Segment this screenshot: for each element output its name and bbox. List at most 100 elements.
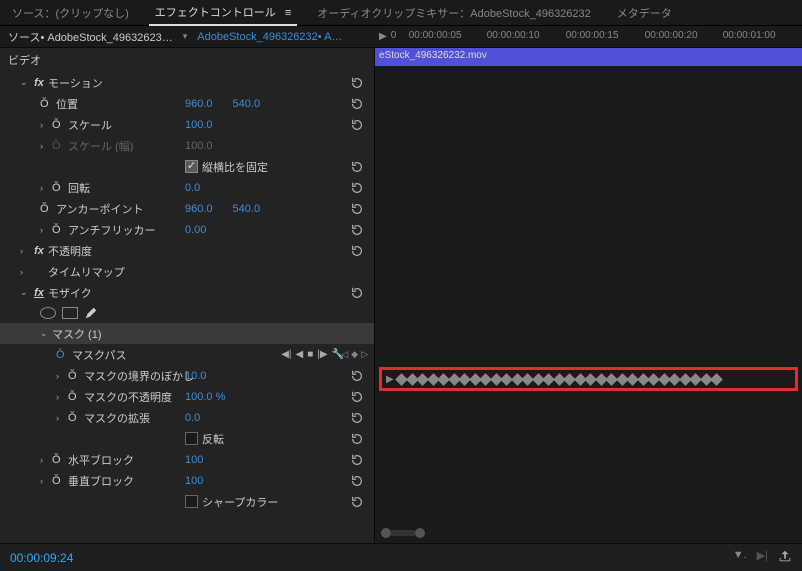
stopwatch-icon[interactable]: Ŏ bbox=[52, 119, 66, 131]
reset-button[interactable] bbox=[350, 118, 366, 132]
play-head-icon[interactable]: ▶ bbox=[379, 31, 387, 42]
mask-1[interactable]: ⌄ マスク (1) bbox=[0, 323, 374, 344]
prop-value[interactable]: 100.0 % bbox=[185, 391, 225, 403]
prop-scale[interactable]: › Ŏ スケール 100.0 bbox=[0, 114, 374, 135]
chevron-down-icon[interactable]: ▾ bbox=[183, 31, 188, 42]
twirl-closed-icon[interactable]: › bbox=[40, 455, 52, 465]
prop-horizontal-blocks[interactable]: › Ŏ 水平ブロック 100 bbox=[0, 449, 374, 470]
reset-button[interactable] bbox=[350, 160, 366, 174]
prop-mask-feather[interactable]: › Ŏ マスクの境界のぼかし 10.0 bbox=[0, 365, 374, 386]
timeline-panel[interactable]: eStock_496326232.mov ▶ bbox=[375, 48, 802, 543]
track-stop-button[interactable]: ■ bbox=[307, 349, 313, 360]
prop-value[interactable]: 100 bbox=[185, 454, 203, 466]
prop-value-x[interactable]: 960.0540.0 bbox=[185, 203, 260, 215]
keyframe-marker[interactable] bbox=[710, 373, 723, 386]
fx-badge-icon[interactable]: fx bbox=[32, 77, 46, 89]
twirl-open-icon[interactable]: ⌄ bbox=[20, 287, 32, 298]
stopwatch-icon[interactable]: Ŏ bbox=[52, 475, 66, 487]
twirl-closed-icon[interactable]: › bbox=[56, 413, 68, 423]
reset-button[interactable] bbox=[350, 223, 366, 237]
mask-ellipse-button[interactable] bbox=[40, 307, 56, 319]
filter-icon[interactable]: ▼. bbox=[733, 549, 747, 566]
prop-value[interactable]: 0.0 bbox=[185, 412, 200, 424]
stopwatch-icon[interactable]: Ŏ bbox=[52, 182, 66, 194]
stopwatch-icon[interactable]: Ŏ bbox=[52, 224, 66, 236]
source-dropdown[interactable]: ソース• AdobeStock_49632623… bbox=[8, 29, 173, 45]
add-keyframe-button[interactable]: ◆ bbox=[351, 349, 358, 360]
lock-aspect-checkbox[interactable] bbox=[185, 160, 198, 173]
prop-mask-path[interactable]: Ŏ マスクパス ◀| ◀ ■ |▶ 🔧 ◁ ◆ ▷ bbox=[0, 344, 374, 365]
sharp-color-checkbox[interactable] bbox=[185, 495, 198, 508]
reset-button[interactable] bbox=[350, 202, 366, 216]
twirl-closed-icon[interactable]: › bbox=[56, 392, 68, 402]
keyframe-track[interactable]: ▶ bbox=[382, 370, 795, 388]
reset-button[interactable] bbox=[350, 244, 366, 258]
tab-metadata[interactable]: メタデータ bbox=[611, 1, 678, 25]
reset-button[interactable] bbox=[350, 97, 366, 111]
prop-vertical-blocks[interactable]: › Ŏ 垂直ブロック 100 bbox=[0, 470, 374, 491]
mask-pen-button[interactable] bbox=[84, 306, 98, 320]
prop-sharp-color[interactable]: シャープカラー bbox=[0, 491, 374, 512]
prop-mask-invert[interactable]: 反転 bbox=[0, 428, 374, 449]
effect-time-remap[interactable]: › fx タイムリマップ bbox=[0, 261, 374, 282]
reset-button[interactable] bbox=[350, 432, 366, 446]
reset-button[interactable] bbox=[350, 411, 366, 425]
prop-value[interactable]: 100 bbox=[185, 475, 203, 487]
prop-value-x[interactable]: 960.0540.0 bbox=[185, 98, 260, 110]
twirl-closed-icon[interactable]: › bbox=[20, 267, 32, 277]
timeline-horizontal-scrollbar[interactable] bbox=[381, 527, 796, 539]
prop-rotation[interactable]: › Ŏ 回転 0.0 bbox=[0, 177, 374, 198]
stopwatch-icon[interactable]: Ŏ bbox=[56, 349, 70, 361]
twirl-closed-icon[interactable]: › bbox=[20, 246, 32, 256]
prop-value[interactable]: 10.0 bbox=[185, 370, 206, 382]
stopwatch-icon[interactable]: Ŏ bbox=[52, 454, 66, 466]
stopwatch-icon[interactable]: Ŏ bbox=[68, 412, 82, 424]
reset-button[interactable] bbox=[350, 76, 366, 90]
play-only-icon[interactable]: ▶| bbox=[757, 549, 768, 566]
timeline-clip-bar[interactable]: eStock_496326232.mov bbox=[375, 48, 802, 66]
reset-button[interactable] bbox=[350, 181, 366, 195]
stopwatch-icon[interactable]: Ŏ bbox=[40, 98, 54, 110]
fx-badge-icon[interactable]: fx bbox=[32, 287, 46, 299]
ruler[interactable]: 0 00:00:00:05 00:00:00:10 00:00:00:15 00… bbox=[391, 26, 802, 48]
effect-motion[interactable]: ⌄ fx モーション bbox=[0, 72, 374, 93]
timeline-ruler[interactable]: ▶ 0 00:00:00:05 00:00:00:10 00:00:00:15 … bbox=[375, 26, 802, 48]
scroll-handle-right[interactable] bbox=[415, 528, 425, 538]
scroll-handle-left[interactable] bbox=[381, 528, 391, 538]
twirl-closed-icon[interactable]: › bbox=[40, 476, 52, 486]
prop-anchor-point[interactable]: Ŏ アンカーポイント 960.0540.0 bbox=[0, 198, 374, 219]
prev-keyframe-button[interactable]: ◁ bbox=[341, 349, 348, 360]
twirl-closed-icon[interactable]: › bbox=[40, 225, 52, 235]
reset-button[interactable] bbox=[350, 495, 366, 509]
prop-lock-aspect[interactable]: 縦横比を固定 bbox=[0, 156, 374, 177]
clip-name-link[interactable]: AdobeStock_496326232• A… bbox=[197, 31, 342, 43]
stopwatch-icon[interactable]: Ŏ bbox=[68, 391, 82, 403]
track-step-fwd-button[interactable]: |▶ bbox=[317, 349, 327, 360]
reset-button[interactable] bbox=[350, 453, 366, 467]
track-step-back-button[interactable]: ◀ bbox=[296, 349, 304, 360]
twirl-closed-icon[interactable]: › bbox=[40, 120, 52, 130]
stopwatch-icon[interactable]: Ŏ bbox=[68, 370, 82, 382]
reset-button[interactable] bbox=[350, 390, 366, 404]
twirl-closed-icon[interactable]: › bbox=[40, 183, 52, 193]
mask-invert-checkbox[interactable] bbox=[185, 432, 198, 445]
reset-button[interactable] bbox=[350, 369, 366, 383]
export-icon[interactable] bbox=[778, 549, 792, 566]
tab-audio-mixer[interactable]: オーディオクリップミキサー：AdobeStock_496326232 bbox=[311, 1, 597, 25]
prop-position[interactable]: Ŏ 位置 960.0540.0 bbox=[0, 93, 374, 114]
prop-antiflicker[interactable]: › Ŏ アンチフリッカー 0.00 bbox=[0, 219, 374, 240]
track-reverse-button[interactable]: ◀| bbox=[281, 349, 291, 360]
reset-button[interactable] bbox=[350, 474, 366, 488]
effect-mosaic[interactable]: ⌄ fx モザイク bbox=[0, 282, 374, 303]
twirl-open-icon[interactable]: ⌄ bbox=[20, 77, 32, 88]
current-timecode[interactable]: 00:00:09:24 bbox=[10, 551, 73, 565]
prop-value[interactable]: 0.0 bbox=[185, 182, 200, 194]
tab-source[interactable]: ソース：(クリップなし) bbox=[6, 1, 135, 25]
prop-value[interactable]: 0.00 bbox=[185, 224, 206, 236]
next-keyframe-button[interactable]: ▷ bbox=[361, 349, 368, 360]
panel-menu-icon[interactable]: ≡ bbox=[285, 7, 291, 19]
twirl-open-icon[interactable]: ⌄ bbox=[40, 328, 52, 339]
prop-value[interactable]: 100.0 bbox=[185, 119, 213, 131]
effect-opacity[interactable]: › fx 不透明度 bbox=[0, 240, 374, 261]
twirl-closed-icon[interactable]: › bbox=[56, 371, 68, 381]
